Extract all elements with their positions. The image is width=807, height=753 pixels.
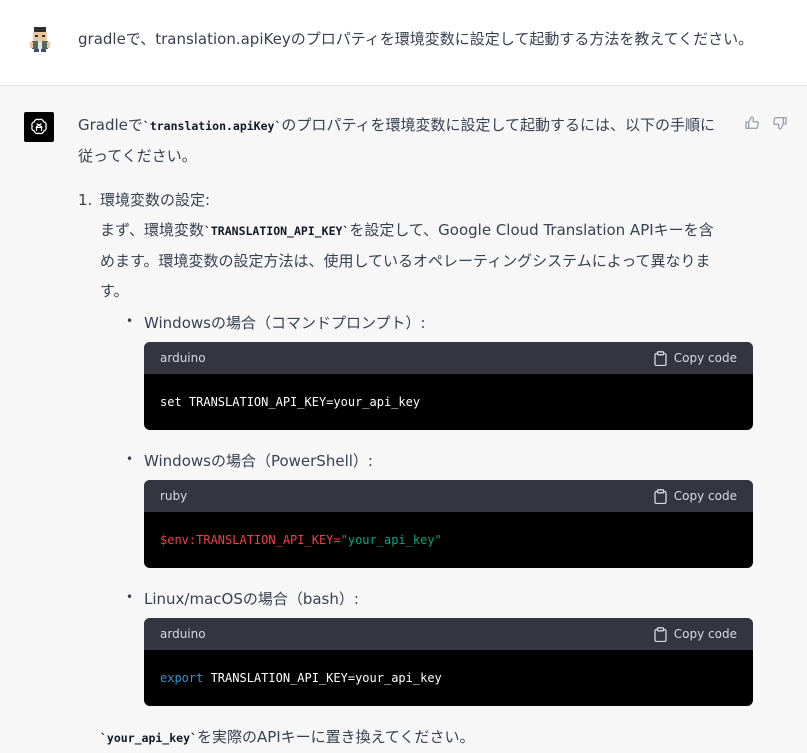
inline-code: `translation.apiKey` [142,119,282,133]
code-block: arduino Copy code set TRANSLATION_API_KE… [144,342,753,430]
code-header: arduino Copy code [144,618,753,650]
copy-code-label: Copy code [673,627,737,641]
closing-line: `your_api_key`を実際のAPIキーに置き換えてください。 [100,722,728,753]
code-language: arduino [160,627,206,641]
code-header: ruby Copy code [144,480,753,512]
step-number: 1. [78,191,93,209]
inline-code: `your_api_key` [100,731,197,745]
inline-code: `TRANSLATION_API_KEY` [203,224,350,238]
code-text: set TRANSLATION_API_KEY=your_api_key [160,395,421,409]
copy-code-label: Copy code [673,351,737,365]
intro-text: Gradleで [78,116,143,134]
copy-code-label: Copy code [673,489,737,503]
user-message-row: gradleで、translation.apiKeyのプロパティを環境変数に設定… [0,0,807,86]
bullet-dot: • [126,590,134,604]
user-avatar-icon [28,26,52,52]
bullet-label: Windowsの場合（コマンドプロンプト）: [144,314,426,332]
copy-code-button[interactable]: Copy code [654,480,737,512]
step-description: まず、環境変数`TRANSLATION_API_KEY`を設定して、Google… [100,215,728,306]
intro-paragraph: Gradleで`translation.apiKey`のプロパティを環境変数に設… [78,110,728,171]
bullet-windows-cmd: • Windowsの場合（コマンドプロンプト）: arduino Copy co… [122,308,753,430]
code-language: arduino [160,351,206,365]
thumbs-up-icon[interactable] [743,114,761,132]
code-keyword-token: export [160,671,204,685]
clipboard-icon [654,350,667,366]
bullet-dot: • [126,452,134,466]
chatgpt-logo-icon [24,112,54,142]
bullet-label: Windowsの場合（PowerShell）: [144,452,373,470]
code-variable-token: $env:TRANSLATION_API_KEY= [160,533,341,547]
step-desc-text: まず、環境変数 [100,221,204,239]
clipboard-icon [654,488,667,504]
copy-code-button[interactable]: Copy code [654,342,737,374]
step-title: 環境変数の設定: [100,191,211,209]
code-header: arduino Copy code [144,342,753,374]
code-block: ruby Copy code $env:TRANSLATION_API_KEY=… [144,480,753,568]
assistant-message-content: Gradleで`translation.apiKey`のプロパティを環境変数に設… [78,110,753,753]
code-language: ruby [160,489,188,503]
code-content: $env:TRANSLATION_API_KEY= "your_api_key" [144,512,753,568]
copy-code-button[interactable]: Copy code [654,618,737,650]
os-bullet-list: • Windowsの場合（コマンドプロンプト）: arduino Copy co… [100,308,753,706]
code-text: TRANSLATION_API_KEY=your_api_key [203,671,442,685]
closing-text: を実際のAPIキーに置き換えてください。 [196,728,475,746]
code-content: set TRANSLATION_API_KEY=your_api_key [144,374,753,430]
bullet-label: Linux/macOSの場合（bash）: [144,590,359,608]
assistant-message-row: Gradleで`translation.apiKey`のプロパティを環境変数に設… [0,86,807,746]
user-message-text: gradleで、translation.apiKeyのプロパティを環境変数に設定… [78,30,754,48]
step-1: 1. 環境変数の設定: まず、環境変数`TRANSLATION_API_KEY`… [78,185,753,753]
bullet-linux-bash: • Linux/macOSの場合（bash）: arduino Copy cod… [122,584,753,706]
feedback-buttons [743,114,789,132]
code-content: export TRANSLATION_API_KEY=your_api_key [144,650,753,706]
code-string-token: "your_api_key" [340,533,442,547]
bullet-windows-powershell: • Windowsの場合（PowerShell）: ruby Copy code… [122,446,753,568]
clipboard-icon [654,626,667,642]
code-block: arduino Copy code export TRANSLATION_API… [144,618,753,706]
bullet-dot: • [126,314,134,328]
thumbs-down-icon[interactable] [771,114,789,132]
